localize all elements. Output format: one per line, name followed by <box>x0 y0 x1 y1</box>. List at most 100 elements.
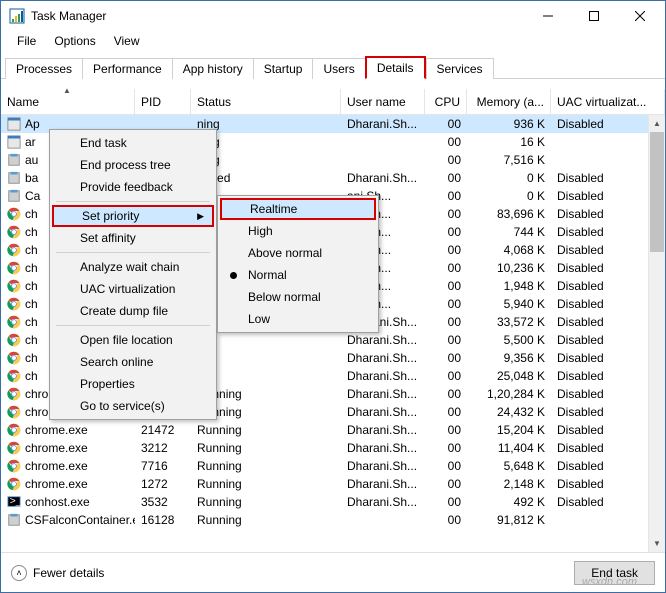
context-menu[interactable]: End taskEnd process treeProvide feedback… <box>49 129 217 420</box>
process-name: ch <box>25 207 38 221</box>
process-icon <box>7 369 21 383</box>
process-icon: >_ <box>7 495 21 509</box>
process-cpu: 00 <box>425 513 467 527</box>
process-user: Dharani.Sh... <box>341 495 425 509</box>
table-row[interactable]: CSFalconContainer.e16128Running0091,812 … <box>1 511 665 529</box>
table-row[interactable]: chrome.exe1272RunningDharani.Sh...002,14… <box>1 475 665 493</box>
context-menu-item[interactable]: Create dump file <box>52 300 214 322</box>
process-status: Running <box>191 477 341 491</box>
tab-performance[interactable]: Performance <box>82 58 173 79</box>
column-header-uac[interactable]: UAC virtualizat... <box>551 89 665 114</box>
context-menu-item[interactable]: Set priority▶ <box>52 205 214 227</box>
tab-app-history[interactable]: App history <box>172 58 254 79</box>
priority-menu-item[interactable]: High <box>220 220 376 242</box>
process-cpu: 00 <box>425 261 467 275</box>
minimize-button[interactable] <box>525 2 571 30</box>
context-menu-item[interactable]: Open file location <box>52 329 214 351</box>
menu-file[interactable]: File <box>9 32 44 50</box>
process-memory: 24,432 K <box>467 405 551 419</box>
process-status: Running <box>191 441 341 455</box>
process-icon <box>7 423 21 437</box>
menu-separator <box>56 252 210 253</box>
tab-users[interactable]: Users <box>312 58 365 79</box>
table-row[interactable]: >_conhost.exe3532RunningDharani.Sh...004… <box>1 493 665 511</box>
column-header-cpu[interactable]: CPU <box>425 89 467 114</box>
process-name: ch <box>25 315 38 329</box>
end-task-button[interactable]: End task <box>574 561 655 585</box>
scroll-down-button[interactable]: ▼ <box>649 535 665 552</box>
column-header-user[interactable]: User name <box>341 89 425 114</box>
process-name: chrome.exe <box>25 441 88 455</box>
process-icon <box>7 405 21 419</box>
context-menu-item[interactable]: Properties <box>52 373 214 395</box>
priority-submenu[interactable]: RealtimeHighAbove normalNormalBelow norm… <box>217 195 379 333</box>
process-cpu: 00 <box>425 243 467 257</box>
process-name: ch <box>25 243 38 257</box>
process-user: Dharani.Sh... <box>341 477 425 491</box>
context-menu-item[interactable]: Go to service(s) <box>52 395 214 417</box>
priority-menu-item[interactable]: Below normal <box>220 286 376 308</box>
context-menu-item[interactable]: End task <box>52 132 214 154</box>
context-menu-item[interactable]: Search online <box>52 351 214 373</box>
process-cpu: 00 <box>425 153 467 167</box>
vertical-scrollbar[interactable]: ▲ ▼ <box>648 115 665 552</box>
priority-menu-item[interactable]: Above normal <box>220 242 376 264</box>
process-cpu: 00 <box>425 333 467 347</box>
process-icon <box>7 171 21 185</box>
process-user: Dharani.Sh... <box>341 369 425 383</box>
priority-menu-item[interactable]: Realtime <box>220 198 376 220</box>
table-row[interactable]: chrome.exe7716RunningDharani.Sh...005,64… <box>1 457 665 475</box>
column-header-memory[interactable]: Memory (a... <box>467 89 551 114</box>
process-memory: 5,648 K <box>467 459 551 473</box>
process-name: ch <box>25 225 38 239</box>
context-menu-item[interactable]: UAC virtualization <box>52 278 214 300</box>
process-name: chrome.exe <box>25 477 88 491</box>
process-cpu: 00 <box>425 495 467 509</box>
process-icon <box>7 117 21 131</box>
app-icon <box>9 8 25 24</box>
maximize-button[interactable] <box>571 2 617 30</box>
process-icon <box>7 387 21 401</box>
context-menu-item[interactable]: Set affinity <box>52 227 214 249</box>
close-button[interactable] <box>617 2 663 30</box>
window-title: Task Manager <box>31 9 525 23</box>
process-cpu: 00 <box>425 459 467 473</box>
menu-view[interactable]: View <box>106 32 148 50</box>
context-menu-item[interactable]: End process tree <box>52 154 214 176</box>
process-icon <box>7 477 21 491</box>
process-icon <box>7 459 21 473</box>
process-name: ch <box>25 279 38 293</box>
context-menu-item[interactable]: Analyze wait chain <box>52 256 214 278</box>
table-row[interactable]: chrome.exe3212RunningDharani.Sh...0011,4… <box>1 439 665 457</box>
svg-text:>_: >_ <box>10 495 21 507</box>
process-name: ar <box>25 135 36 149</box>
process-cpu: 00 <box>425 135 467 149</box>
context-menu-item[interactable]: Provide feedback <box>52 176 214 198</box>
scroll-thumb[interactable] <box>650 132 664 252</box>
fewer-details-button[interactable]: ˄ Fewer details <box>11 565 104 581</box>
process-user: Dharani.Sh... <box>341 117 425 131</box>
table-row[interactable]: chrome.exe21472RunningDharani.Sh...0015,… <box>1 421 665 439</box>
process-icon <box>7 333 21 347</box>
process-name: Ap <box>25 117 40 131</box>
sort-indicator-icon: ▲ <box>63 86 71 95</box>
tab-services[interactable]: Services <box>426 58 494 79</box>
tab-startup[interactable]: Startup <box>253 58 314 79</box>
column-header-pid[interactable]: PID <box>135 89 191 114</box>
process-user: Dharani.Sh... <box>341 405 425 419</box>
column-header-status[interactable]: Status <box>191 89 341 114</box>
process-cpu: 00 <box>425 297 467 311</box>
process-memory: 15,204 K <box>467 423 551 437</box>
process-cpu: 00 <box>425 441 467 455</box>
tab-processes[interactable]: Processes <box>5 58 83 79</box>
process-icon <box>7 441 21 455</box>
process-memory: 1,948 K <box>467 279 551 293</box>
process-icon <box>7 261 21 275</box>
tab-details[interactable]: Details <box>365 56 426 79</box>
menu-options[interactable]: Options <box>46 32 103 50</box>
scroll-up-button[interactable]: ▲ <box>649 115 665 132</box>
priority-menu-item[interactable]: Normal <box>220 264 376 286</box>
process-name: ba <box>25 171 38 185</box>
process-pid: 21472 <box>135 423 191 437</box>
priority-menu-item[interactable]: Low <box>220 308 376 330</box>
